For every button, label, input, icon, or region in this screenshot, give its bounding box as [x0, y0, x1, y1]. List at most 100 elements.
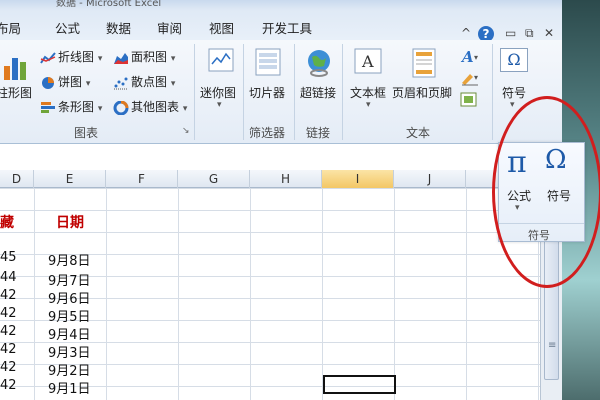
column-header-j[interactable]: J [394, 170, 466, 188]
cell-d[interactable]: 42 [0, 378, 17, 393]
cell-header-date[interactable]: 日期 [56, 212, 84, 232]
ribbon-separator [492, 44, 493, 140]
symbols-label: 符号 [502, 86, 527, 100]
tab-view[interactable]: 视图 [209, 18, 234, 37]
sparklines-button[interactable]: 迷你图 ▾ [200, 46, 244, 116]
bar-chart-label: 条形图 [58, 100, 95, 114]
tab-data[interactable]: 数据 [106, 18, 131, 37]
slicer-icon [255, 48, 281, 76]
ribbon-separator [194, 44, 195, 140]
cell-date[interactable]: 9月2日 [48, 360, 91, 379]
scatter-chart-label: 散点图 [131, 75, 168, 89]
window-title: 数据 - Microsoft Excel [56, 0, 162, 9]
cell-date[interactable]: 9月6日 [48, 288, 91, 307]
column-header-i[interactable]: I [322, 170, 394, 188]
filter-group-label: 筛选器 [249, 126, 286, 140]
text-group-label: 文本 [406, 126, 431, 140]
tab-developer[interactable]: 开发工具 [262, 18, 312, 37]
area-chart-label: 面积图 [131, 50, 168, 64]
other-charts-button[interactable]: 其他图表 ▾ [113, 98, 187, 115]
line-chart-button[interactable]: 折线图 ▾ [40, 48, 102, 65]
pie-chart-label: 饼图 [58, 75, 83, 89]
textbox-label: 文本框 [350, 86, 387, 100]
svg-text:▾: ▾ [474, 53, 478, 62]
close-window-icon[interactable]: ✕ [544, 26, 554, 40]
formula-area [0, 144, 562, 170]
textbox-button[interactable]: A 文本框 ▾ [348, 46, 390, 116]
svg-text:A: A [460, 48, 474, 64]
svg-text:▾: ▾ [474, 73, 478, 82]
cell-d[interactable]: 44 [0, 270, 17, 285]
sparklines-label: 迷你图 [200, 86, 237, 100]
globe-link-icon [308, 50, 330, 77]
column-header-e[interactable]: E [34, 170, 106, 188]
signature-line-icon[interactable]: ▾ [460, 70, 482, 86]
charts-group-label: 图表 [74, 126, 99, 140]
cell-date[interactable]: 9月4日 [48, 324, 91, 343]
cell-date[interactable]: 9月5日 [48, 306, 91, 325]
line-chart-icon [40, 51, 56, 64]
column-header-f[interactable]: F [106, 170, 178, 188]
scrollbar-grip-icon: ≡ [548, 340, 557, 351]
cell-date[interactable]: 9月8日 [48, 250, 91, 269]
line-chart-label: 折线图 [58, 50, 95, 64]
cell-date[interactable]: 9月3日 [48, 342, 91, 361]
header-footer-icon [412, 48, 436, 78]
other-charts-label: 其他图表 [131, 100, 180, 114]
hyperlink-label: 超链接 [300, 86, 337, 100]
tab-page-layout[interactable]: 布局 [0, 18, 21, 37]
excel-window: 数据 - Microsoft Excel 布局 公式 数据 审阅 视图 开发工具… [0, 0, 562, 400]
hyperlink-button[interactable]: 超链接 [298, 46, 342, 116]
bar-chart-button[interactable]: 条形图 ▾ [40, 98, 102, 115]
area-chart-icon [114, 52, 128, 64]
bar-chart-icon [41, 101, 55, 113]
wordart-icon[interactable]: A ▾ [460, 48, 482, 64]
textbox-icon: A [354, 48, 382, 74]
omega-icon: Ω [500, 48, 528, 72]
column-header-g[interactable]: G [178, 170, 250, 188]
column-header-d[interactable]: D [0, 170, 34, 188]
charts-dialog-launcher-icon[interactable]: ↘ [182, 126, 190, 136]
symbols-dropdown-icon: ▾ [510, 100, 515, 110]
cell-d[interactable]: 45 [0, 250, 17, 265]
active-cell-cursor[interactable] [323, 375, 396, 394]
column-chart-label: 柱形图 [0, 86, 33, 100]
cell-d[interactable]: 42 [0, 306, 17, 321]
tab-review[interactable]: 审阅 [157, 18, 182, 37]
column-chart-button[interactable]: 柱形图 [0, 46, 34, 106]
svg-text:A: A [361, 52, 374, 71]
area-chart-button[interactable]: 面积图 ▾ [113, 48, 175, 65]
pie-chart-icon [42, 76, 54, 89]
column-header-row: D E F G H I J [0, 170, 540, 188]
scatter-chart-icon [114, 77, 128, 89]
slicer-button[interactable]: 切片器 [247, 46, 291, 116]
cell-header-d[interactable]: 藏 [0, 212, 14, 232]
cell-d[interactable]: 42 [0, 324, 17, 339]
cell-date[interactable]: 9月7日 [48, 270, 91, 289]
cell-d[interactable]: 42 [0, 342, 17, 357]
ribbon-separator [243, 44, 244, 140]
slicer-label: 切片器 [249, 86, 286, 100]
cell-d[interactable]: 42 [0, 360, 17, 375]
column-header-h[interactable]: H [250, 170, 322, 188]
header-footer-button[interactable]: 页眉和页脚 [392, 46, 456, 116]
cell-date[interactable]: 9月1日 [48, 378, 91, 397]
cell-d[interactable]: 42 [0, 288, 17, 303]
restore-window-icon[interactable]: ⧉ [525, 26, 534, 41]
sparklines-dropdown-icon: ▾ [217, 100, 222, 110]
tab-formulas[interactable]: 公式 [55, 18, 80, 37]
ribbon-separator [294, 44, 295, 140]
header-footer-label: 页眉和页脚 [392, 86, 453, 100]
highlight-circle [492, 96, 600, 288]
column-chart-icon [4, 58, 26, 80]
pie-chart-button[interactable]: 饼图 ▾ [40, 73, 90, 90]
minimize-window-icon[interactable]: ▭ [505, 26, 516, 40]
title-bar: 数据 - Microsoft Excel [0, 0, 562, 10]
minimize-ribbon-icon[interactable]: ^ [461, 26, 471, 40]
links-group-label: 链接 [306, 126, 331, 140]
symbols-button[interactable]: Ω 符号 ▾ [498, 46, 532, 110]
object-icon[interactable] [460, 92, 478, 108]
ribbon-tab-row: 布局 公式 数据 审阅 视图 开发工具 ^ ? ▭ ⧉ ✕ [0, 10, 562, 42]
scatter-chart-button[interactable]: 散点图 ▾ [113, 73, 175, 90]
ribbon: 柱形图 折线图 ▾ 饼图 ▾ 条形图 ▾ 面积图 ▾ 散点图 ▾ 其他图表 ▾ … [0, 40, 562, 144]
